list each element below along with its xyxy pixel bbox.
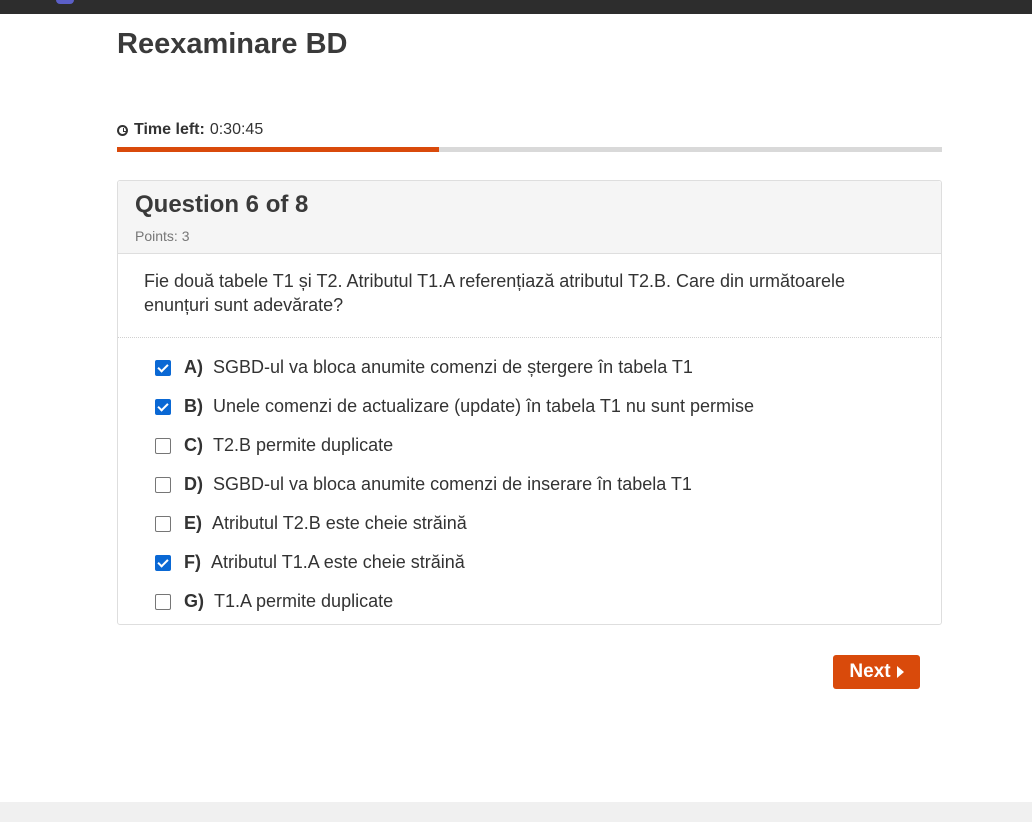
top-bar [0,0,1032,14]
answer-checkbox-g[interactable] [155,593,171,610]
answer-checkbox-b[interactable] [155,398,171,415]
answer-letter-c: C) [184,435,203,455]
question-points: Points: 3 [135,228,190,244]
answer-option-e[interactable]: E) Atributul T2.B este cheie străină [155,504,754,543]
answer-letter-g: G) [184,591,204,611]
answer-text-g[interactable]: T1.A permite duplicate [214,591,393,612]
answer-letter-d: D) [184,474,203,494]
time-left-value: 0:30:45 [209,121,264,138]
answer-text-b[interactable]: Unele comenzi de actualizare (update) în… [213,396,754,417]
app-logo [56,0,74,4]
answer-checkbox-c[interactable] [155,437,171,454]
answer-text-a[interactable]: SGBD-ul va bloca anumite comenzi de șter… [213,357,693,378]
timer: Time left: 0:30:45 [117,121,263,139]
answer-text-e[interactable]: Atributul T2.B este cheie străină [212,513,467,534]
answer-option-a[interactable]: A) SGBD-ul va bloca anumite comenzi de ș… [155,348,754,387]
answer-text-c[interactable]: T2.B permite duplicate [213,435,393,456]
answer-letter-e: E) [184,513,202,533]
answer-checkbox-e[interactable] [155,515,171,532]
question-header: Question 6 of 8 Points: 3 [118,181,941,254]
question-divider [118,337,941,338]
footer-strip [0,802,1032,822]
answer-letter-f: F) [184,552,201,572]
question-title: Question 6 of 8 [135,191,309,218]
next-button-label: Next [849,661,891,682]
answer-text-f[interactable]: Atributul T1.A este cheie străină [211,552,465,573]
time-left-label: Time left: [134,121,205,138]
answer-option-b[interactable]: B) Unele comenzi de actualizare (update)… [155,387,754,426]
answer-checkbox-f[interactable] [155,554,171,571]
question-panel: Question 6 of 8 Points: 3 Fie două tabel… [117,180,942,625]
answer-letter-b: B) [184,396,203,416]
answer-option-f[interactable]: F) Atributul T1.A este cheie străină [155,543,754,582]
answer-checkbox-d[interactable] [155,476,171,493]
answer-letter-a: A) [184,357,203,377]
question-text: Fie două tabele T1 și T2. Atributul T1.A… [144,271,846,315]
answer-text-d[interactable]: SGBD-ul va bloca anumite comenzi de inse… [213,474,692,495]
answer-option-g[interactable]: G) T1.A permite duplicate [155,582,754,621]
caret-right-icon [896,666,904,678]
clock-icon [117,124,128,136]
page-title: Reexaminare BD [117,28,348,60]
answer-option-d[interactable]: D) SGBD-ul va bloca anumite comenzi de i… [155,465,754,504]
answer-option-c[interactable]: C) T2.B permite duplicate [155,426,754,465]
time-progress-bar [117,147,942,152]
next-button[interactable]: Next [833,655,920,689]
answer-list: A) SGBD-ul va bloca anumite comenzi de ș… [155,348,754,621]
answer-checkbox-a[interactable] [155,359,171,376]
time-progress-fill [117,147,439,152]
